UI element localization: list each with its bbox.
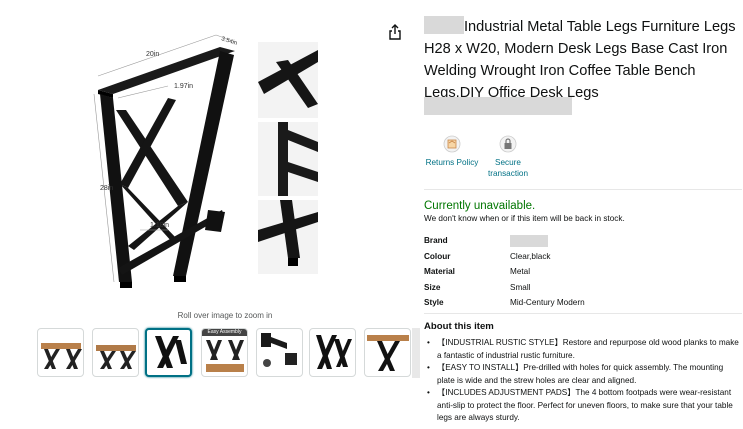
lock-icon bbox=[499, 135, 517, 153]
dim-height-label: 28in bbox=[100, 185, 113, 192]
thumbnail-badge: Easy Assembly bbox=[202, 329, 247, 336]
thumbnail-carousel-edge[interactable] bbox=[412, 328, 420, 378]
spec-key: Size bbox=[424, 282, 441, 292]
zoom-hint: Roll over image to zoom in bbox=[177, 311, 273, 320]
spec-value: Metal bbox=[510, 267, 531, 277]
brand-redaction bbox=[424, 16, 464, 34]
divider bbox=[424, 189, 742, 190]
about-bullet-list: 【INDUSTRIAL RUSTIC STYLE】Restore and rep… bbox=[424, 337, 742, 425]
detail-image-strip bbox=[258, 42, 318, 274]
thumbnail-1[interactable] bbox=[37, 328, 84, 377]
detail-image-top[interactable] bbox=[258, 42, 318, 118]
spec-value: Small bbox=[510, 282, 531, 292]
spec-key: Colour bbox=[424, 251, 451, 261]
availability-note: We don't know when or if this item will … bbox=[424, 214, 625, 223]
spec-row-size: Size Small bbox=[424, 280, 724, 296]
spec-row-brand: Brand bbox=[424, 233, 724, 249]
thumbnail-3-selected[interactable] bbox=[145, 328, 192, 377]
availability-status: Currently unavailable. bbox=[424, 200, 536, 212]
spec-value-brand bbox=[510, 233, 724, 249]
thumbnail-5[interactable] bbox=[256, 328, 303, 377]
about-heading: About this item bbox=[424, 321, 494, 332]
thumbnail-4[interactable]: Easy Assembly bbox=[201, 328, 248, 377]
dim-lower-rail-label: 1.18in bbox=[150, 222, 169, 229]
share-icon[interactable] bbox=[388, 24, 402, 40]
thumbnail-6[interactable] bbox=[309, 328, 356, 377]
dim-depth-label: 3.54in bbox=[220, 36, 237, 47]
detail-image-middle[interactable] bbox=[258, 122, 318, 196]
trust-secure-transaction[interactable]: Secure transaction bbox=[484, 135, 532, 179]
return-policy-icon bbox=[443, 135, 461, 153]
dim-width-label: 20in bbox=[146, 51, 159, 58]
dim-upper-rail-label: 1.97in bbox=[174, 83, 193, 90]
spec-key: Material bbox=[424, 267, 455, 277]
product-title: Industrial Metal Table Legs Furniture Le… bbox=[424, 16, 742, 104]
brand-value-redaction bbox=[510, 234, 548, 247]
about-bullet: 【INDUSTRIAL RUSTIC STYLE】Restore and rep… bbox=[424, 337, 742, 362]
trust-returns-policy[interactable]: Returns Policy bbox=[424, 135, 480, 168]
spec-row-style: Style Mid-Century Modern bbox=[424, 295, 724, 311]
main-product-image[interactable]: 20in 3.54in 1.97in 28in 1.18in bbox=[88, 20, 258, 295]
spec-key: Style bbox=[424, 298, 444, 308]
trust-label-line-2: transaction bbox=[487, 169, 529, 178]
product-specs-table: Brand Colour Clear,black Material Metal … bbox=[424, 233, 724, 311]
detail-image-bottom[interactable] bbox=[258, 200, 318, 274]
spec-row-colour: Colour Clear,black bbox=[424, 249, 724, 265]
spec-value: Clear,black bbox=[510, 251, 551, 261]
spec-key: Brand bbox=[424, 236, 448, 246]
spec-row-material: Material Metal bbox=[424, 264, 724, 280]
thumbnail-7[interactable] bbox=[364, 328, 411, 377]
about-bullet: 【INCLUDES ADJUSTMENT PADS】The 4 bottom f… bbox=[424, 387, 742, 425]
trust-label-line-1: Secure bbox=[495, 158, 521, 167]
brand-store-link-redaction[interactable] bbox=[424, 97, 572, 115]
product-title-text: Industrial Metal Table Legs Furniture Le… bbox=[424, 19, 736, 101]
trust-label: Returns Policy bbox=[425, 158, 479, 167]
about-bullet: 【EASY TO INSTALL】Pre-drilled with holes … bbox=[424, 362, 742, 387]
thumbnail-2[interactable] bbox=[92, 328, 139, 377]
divider bbox=[424, 313, 742, 314]
spec-value: Mid-Century Modern bbox=[510, 298, 585, 308]
